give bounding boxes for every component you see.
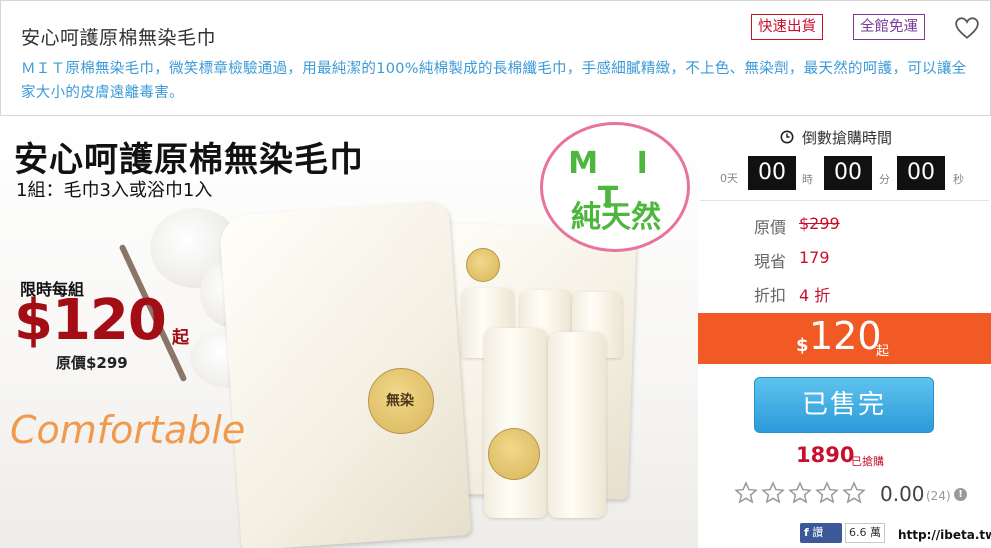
sold-label: 已搶購 — [851, 455, 884, 468]
divider — [700, 200, 989, 201]
original-price-label: 原價 — [754, 218, 787, 237]
towel-roll-tall — [548, 332, 606, 518]
product-description: ＭＩＴ原棉無染毛巾，微笑標章檢驗通過，用最純潔的100%純棉製成的長棉纖毛巾，手… — [21, 61, 967, 101]
discount-value: 4 折 — [799, 286, 831, 305]
seal-tag — [466, 248, 500, 282]
product-header: 安心呵護原棉無染毛巾 ＭＩＴ原棉無染毛巾，微笑標章檢驗通過，用最純潔的100%純… — [0, 0, 991, 116]
product-title: 安心呵護原棉無染毛巾 — [21, 27, 217, 49]
banner-title: 安心呵護原棉無染毛巾 — [14, 140, 364, 180]
star-icon[interactable] — [842, 481, 866, 505]
price-bar: $ 120 起 — [698, 313, 991, 364]
countdown-hours-unit: 時 — [802, 173, 813, 186]
savings-value: 179 — [799, 248, 830, 267]
free-shipping-badge: 全館免運 — [853, 14, 925, 40]
towel-bath-draped — [218, 200, 472, 548]
product-image: 無染 安心呵護原棉無染毛巾 1組：毛巾3入或浴巾1入 限時每組 $120 起 原… — [0, 118, 698, 548]
countdown-days: 0天 — [720, 170, 738, 186]
countdown-seconds: 00 — [897, 156, 945, 190]
facebook-like-label: 讚 — [812, 526, 824, 539]
countdown-minutes: 00 — [824, 156, 872, 190]
discount-label: 折扣 — [754, 286, 787, 305]
info-icon[interactable]: ! — [954, 488, 967, 501]
seal-label: 無染 — [386, 393, 414, 409]
clock-icon — [780, 130, 794, 144]
star-icon[interactable] — [788, 481, 812, 505]
heart-icon[interactable] — [954, 15, 980, 41]
purchase-panel: 倒數搶購時間 0天 00 時 00 分 00 秒 原價 $299 現省 179 … — [698, 118, 991, 548]
price-suffix: 起 — [876, 344, 890, 359]
mit-badge-bottom: 純天然 — [571, 200, 661, 235]
star-icon[interactable] — [734, 481, 758, 505]
seal-tag — [488, 428, 540, 480]
star-icon[interactable] — [761, 481, 785, 505]
facebook-like-count: 6.6 萬 — [845, 523, 885, 543]
towel-roll-tall — [484, 328, 548, 518]
countdown-hours: 00 — [748, 156, 796, 190]
sold-out-button[interactable]: 已售完 — [754, 377, 934, 433]
countdown-seconds-unit: 秒 — [953, 173, 964, 186]
countdown-label: 倒數搶購時間 — [802, 129, 893, 147]
original-price-value: $299 — [799, 214, 840, 233]
countdown-days-value: 0 — [720, 172, 727, 185]
banner-subtitle: 1組：毛巾3入或浴巾1入 — [16, 180, 213, 201]
rating-count: (24) — [926, 489, 951, 503]
star-icon[interactable] — [815, 481, 839, 505]
banner-price: $120 — [14, 288, 167, 353]
banner-tagline: Comfortable — [10, 408, 246, 452]
rating-score: 0.00 — [880, 482, 925, 506]
countdown-minutes-unit: 分 — [879, 173, 890, 186]
banner-price-suffix: 起 — [172, 328, 189, 348]
savings-label: 現省 — [754, 252, 787, 271]
fast-shipping-badge: 快速出貨 — [751, 14, 823, 40]
facebook-like-button[interactable]: f 讚 — [800, 523, 842, 543]
banner-original-price: 原價$299 — [56, 354, 128, 372]
watermark: http://ibeta.tw — [896, 528, 991, 542]
price-symbol: $ — [796, 335, 809, 356]
countdown-days-unit: 天 — [727, 172, 738, 185]
price-value: 120 — [809, 314, 882, 358]
sold-count: 1890 — [796, 443, 855, 467]
facebook-icon: f — [804, 526, 809, 539]
rating-stars[interactable] — [734, 481, 869, 507]
